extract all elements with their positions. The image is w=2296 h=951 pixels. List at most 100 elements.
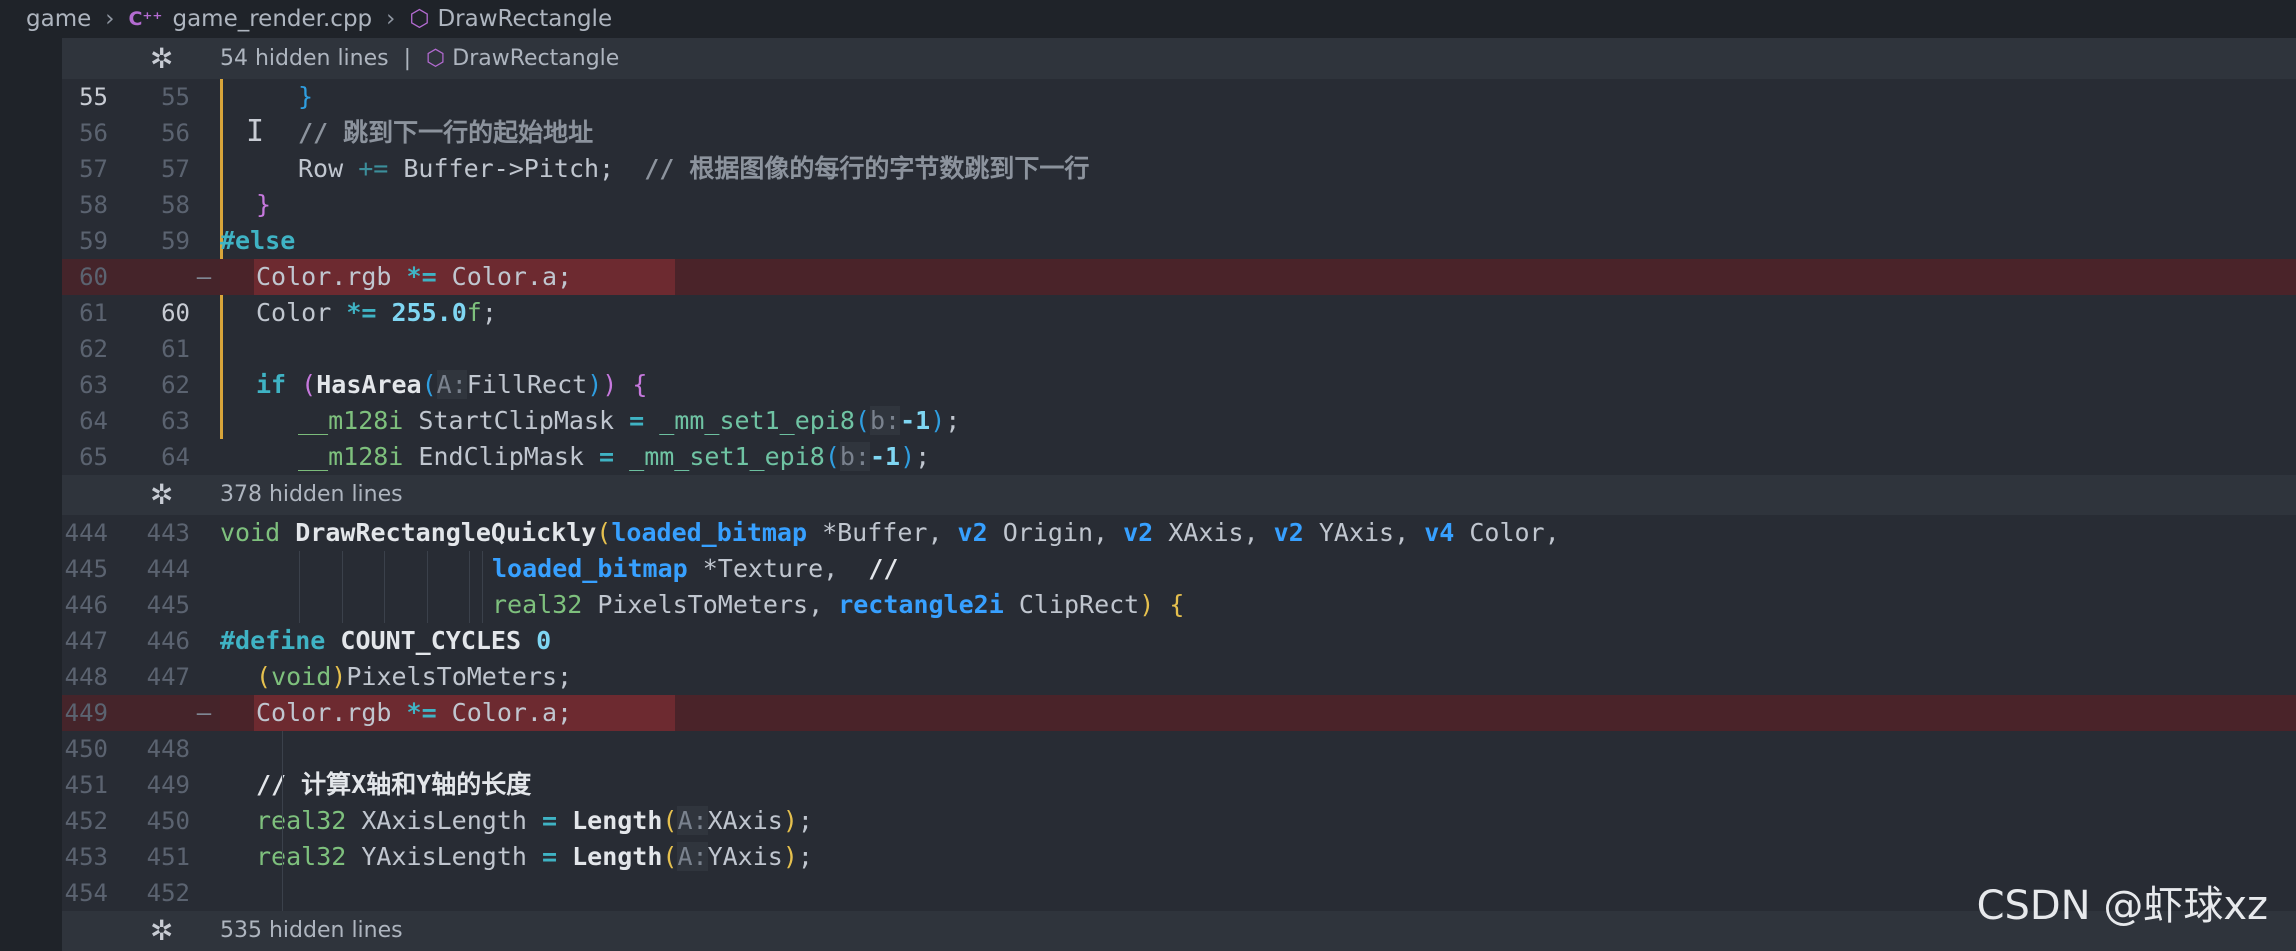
hidden-lines-bar[interactable]: ✲ 54 hidden lines | ⬡ DrawRectangle bbox=[62, 38, 2296, 79]
code-line: 55 55 } bbox=[62, 79, 2296, 115]
hidden-lines-label: 535 hidden lines bbox=[220, 918, 403, 943]
line-number-modified: 57 bbox=[161, 155, 190, 183]
code-line: 64 63 __m128i StartClipMask = _mm_set1_e… bbox=[62, 403, 2296, 439]
line-number-original: 57 bbox=[79, 155, 108, 183]
watermark: CSDN @虾球xz bbox=[1976, 883, 2268, 929]
code-line: 447 446 #define COUNT_CYCLES 0 bbox=[62, 623, 2296, 659]
removed-marker: — bbox=[196, 263, 212, 291]
line-number-modified: 55 bbox=[161, 83, 190, 111]
line-number-original: 60 bbox=[79, 263, 108, 291]
code-text: real32 PixelsToMeters, rectangle2i ClipR… bbox=[492, 590, 1185, 619]
code-text: real32 XAxisLength = Length(A:XAxis); bbox=[256, 806, 813, 835]
line-number-original: 449 bbox=[64, 699, 108, 727]
line-number-original: 62 bbox=[79, 335, 108, 363]
line-number-modified: 446 bbox=[146, 627, 190, 655]
hidden-lines-symbol[interactable]: DrawRectangle bbox=[452, 46, 619, 71]
line-number-original: 58 bbox=[79, 191, 108, 219]
breadcrumb-file[interactable]: game_render.cpp bbox=[172, 6, 372, 32]
code-text: __m128i StartClipMask = _mm_set1_epi8(b:… bbox=[298, 406, 961, 435]
code-text: (void)PixelsToMeters; bbox=[256, 662, 573, 691]
inlay-hint: A: bbox=[677, 806, 708, 835]
line-number-original: 451 bbox=[64, 771, 108, 799]
hidden-lines-label: 54 hidden lines bbox=[220, 46, 389, 71]
line-number-original: 454 bbox=[64, 879, 108, 907]
hidden-lines-bar[interactable]: ✲ 535 hidden lines bbox=[62, 911, 2296, 951]
line-number-original: 61 bbox=[79, 299, 108, 327]
change-bar bbox=[220, 331, 223, 367]
unfold-icon[interactable]: ✲ bbox=[150, 475, 173, 515]
breadcrumb: game › C⁺⁺ game_render.cpp › ⬡ DrawRecta… bbox=[0, 0, 2296, 38]
line-number-original: 64 bbox=[79, 407, 108, 435]
hidden-lines-label: 378 hidden lines bbox=[220, 482, 403, 507]
line-number-original: 450 bbox=[64, 735, 108, 763]
code-text: #else bbox=[220, 226, 296, 255]
code-line: 454 452 bbox=[62, 875, 2296, 911]
text-cursor-icon: I bbox=[246, 114, 265, 149]
removed-marker: — bbox=[196, 699, 212, 727]
line-number-modified: 448 bbox=[146, 735, 190, 763]
code-line: 58 58 } bbox=[62, 187, 2296, 223]
line-number-original: 453 bbox=[64, 843, 108, 871]
code-line: 446 445 real32 PixelsToMeters, rectangle… bbox=[62, 587, 2296, 623]
code-line: 63 62 if (HasArea(A:FillRect)) { bbox=[62, 367, 2296, 403]
code-line: 59 59 #else bbox=[62, 223, 2296, 259]
line-number-modified: 452 bbox=[146, 879, 190, 907]
line-number-original: 445 bbox=[64, 555, 108, 583]
code-text: // 跳到下一行的起始地址 bbox=[298, 118, 594, 147]
chevron-right-icon: › bbox=[105, 6, 115, 32]
line-number-modified: 60 bbox=[161, 299, 190, 327]
code-text: Row += Buffer->Pitch; // 根据图像的每行的字节数跳到下一… bbox=[298, 154, 1090, 183]
code-text: #define COUNT_CYCLES 0 bbox=[220, 626, 552, 655]
unfold-icon[interactable]: ✲ bbox=[150, 911, 173, 951]
breadcrumb-folder[interactable]: game bbox=[26, 6, 91, 32]
line-number-original: 452 bbox=[64, 807, 108, 835]
diff-editor[interactable]: ✲ 54 hidden lines | ⬡ DrawRectangle 55 5… bbox=[62, 38, 2296, 951]
deleted-line: 449 — Color.rgb *= Color.a; bbox=[62, 695, 2296, 731]
line-number-modified: 64 bbox=[161, 443, 190, 471]
code-line: 62 61 bbox=[62, 331, 2296, 367]
inlay-hint: A: bbox=[436, 370, 467, 399]
inlay-hint: A: bbox=[677, 842, 708, 871]
code-line: 453 451 real32 YAxisLength = Length(A:YA… bbox=[62, 839, 2296, 875]
line-number-modified: 59 bbox=[161, 227, 190, 255]
line-number-modified: 63 bbox=[161, 407, 190, 435]
unfold-icon[interactable]: ✲ bbox=[150, 38, 173, 79]
code-text: __m128i EndClipMask = _mm_set1_epi8(b:-1… bbox=[298, 442, 931, 471]
code-line: 444 443 void DrawRectangleQuickly(loaded… bbox=[62, 515, 2296, 551]
line-number-original: 63 bbox=[79, 371, 108, 399]
code-line: 450 448 bbox=[62, 731, 2296, 767]
code-text: Color *= 255.0f; bbox=[256, 298, 497, 327]
code-line: 65 64 __m128i EndClipMask = _mm_set1_epi… bbox=[62, 439, 2296, 475]
chevron-right-icon: › bbox=[386, 6, 396, 32]
change-bar bbox=[220, 79, 223, 115]
code-line: 448 447 (void)PixelsToMeters; bbox=[62, 659, 2296, 695]
code-line: 61 60 Color *= 255.0f; bbox=[62, 295, 2296, 331]
line-number-original: 55 bbox=[79, 83, 108, 111]
code-line: 445 444 loaded_bitmap *Texture, // bbox=[62, 551, 2296, 587]
line-number-modified: 449 bbox=[146, 771, 190, 799]
code-text: real32 YAxisLength = Length(A:YAxis); bbox=[256, 842, 813, 871]
code-text: Color.rgb *= Color.a; bbox=[256, 262, 573, 291]
code-text: loaded_bitmap *Texture, // bbox=[492, 554, 899, 583]
line-number-original: 448 bbox=[64, 663, 108, 691]
code-line: 451 449 // 计算X轴和Y轴的长度 bbox=[62, 767, 2296, 803]
change-bar bbox=[220, 367, 223, 403]
hidden-lines-bar[interactable]: ✲ 378 hidden lines bbox=[62, 475, 2296, 515]
line-number-modified: 447 bbox=[146, 663, 190, 691]
breadcrumb-symbol[interactable]: DrawRectangle bbox=[437, 6, 612, 32]
change-bar bbox=[220, 187, 223, 223]
code-text: } bbox=[298, 82, 314, 111]
code-line: 452 450 real32 XAxisLength = Length(A:XA… bbox=[62, 803, 2296, 839]
cube-icon: ⬡ bbox=[409, 6, 430, 32]
code-text: } bbox=[256, 190, 272, 219]
separator: | bbox=[403, 46, 412, 71]
line-number-original: 447 bbox=[64, 627, 108, 655]
code-line: 56 56 // 跳到下一行的起始地址 bbox=[62, 115, 2296, 151]
change-bar bbox=[220, 115, 223, 151]
code-text: if (HasArea(A:FillRect)) { bbox=[256, 370, 648, 399]
cpp-file-icon: C⁺⁺ bbox=[128, 8, 163, 30]
line-number-modified: 61 bbox=[161, 335, 190, 363]
code-text: void DrawRectangleQuickly(loaded_bitmap … bbox=[220, 518, 1560, 547]
line-number-original: 446 bbox=[64, 591, 108, 619]
line-number-modified: 450 bbox=[146, 807, 190, 835]
